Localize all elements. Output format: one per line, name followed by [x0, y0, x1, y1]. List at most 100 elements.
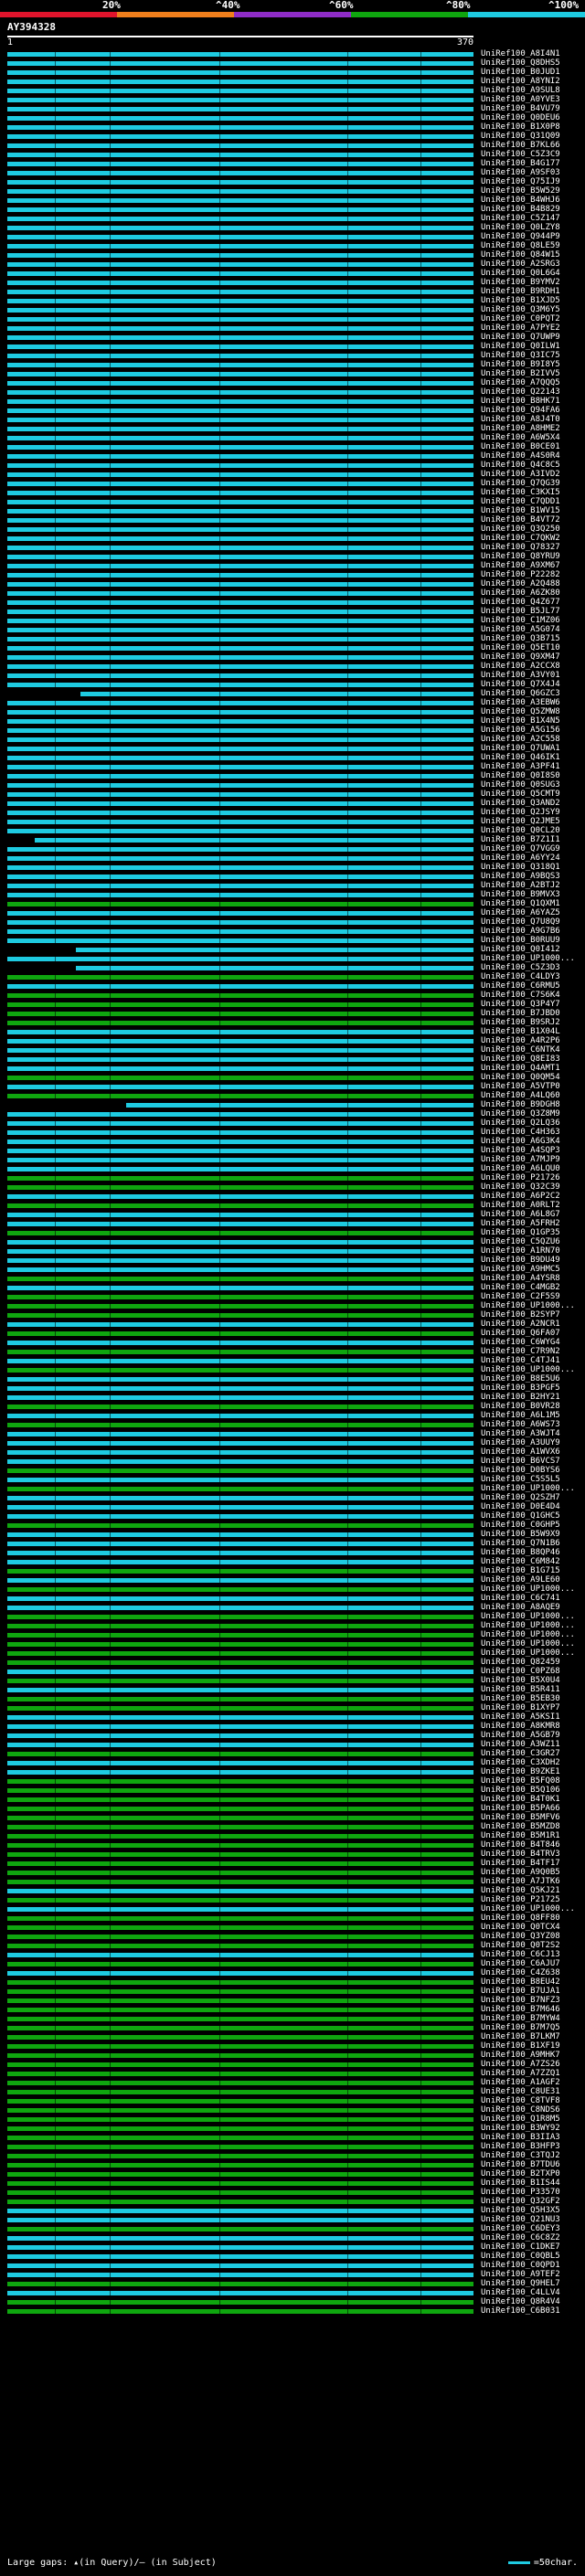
hit-bar[interactable]	[7, 1258, 473, 1263]
hit-row[interactable]: UniRef100_Q22143	[0, 387, 585, 397]
hit-bar[interactable]	[7, 1414, 473, 1418]
hit-row[interactable]: UniRef100_A4SQP3	[0, 1146, 585, 1155]
hit-bar[interactable]	[7, 1898, 473, 1903]
hit-label[interactable]: UniRef100_B9I8Y5	[481, 360, 560, 369]
hit-bar[interactable]	[7, 2081, 473, 2085]
hit-bar[interactable]	[7, 1149, 473, 1153]
hit-label[interactable]: UniRef100_Q94FA6	[481, 406, 560, 415]
hit-bar[interactable]	[7, 893, 473, 897]
hit-row[interactable]: UniRef100_Q6GZC3	[0, 689, 585, 698]
hit-row[interactable]: UniRef100_B9SRJ2	[0, 1018, 585, 1027]
hit-label[interactable]: UniRef100_C3GR27	[481, 1749, 560, 1758]
hit-label[interactable]: UniRef100_A6G3K4	[481, 1137, 560, 1146]
hit-row[interactable]: UniRef100_Q6FA07	[0, 1329, 585, 1338]
hit-row[interactable]: UniRef100_Q8DHS5	[0, 58, 585, 68]
hit-row[interactable]: UniRef100_Q7U8Q9	[0, 917, 585, 927]
hit-label[interactable]: UniRef100_A2CCX8	[481, 662, 560, 671]
hit-label[interactable]: UniRef100_A7PYE2	[481, 323, 560, 333]
hit-row[interactable]: UniRef100_Q5H3X5	[0, 2206, 585, 2215]
hit-label[interactable]: UniRef100_C4H363	[481, 1128, 560, 1137]
hit-row[interactable]: UniRef100_B1XF19	[0, 2041, 585, 2051]
hit-label[interactable]: UniRef100_A6YAZ5	[481, 908, 560, 917]
hit-bar[interactable]	[7, 2026, 473, 2030]
hit-bar[interactable]	[7, 1834, 473, 1839]
hit-label[interactable]: UniRef100_A5FRH2	[481, 1219, 560, 1228]
hit-bar[interactable]	[7, 564, 473, 568]
hit-bar[interactable]	[7, 975, 473, 980]
hit-row[interactable]: UniRef100_Q2JME5	[0, 817, 585, 826]
hit-label[interactable]: UniRef100_C3KXI5	[481, 488, 560, 497]
hit-row[interactable]: UniRef100_Q0T2S2	[0, 1941, 585, 1950]
hit-bar[interactable]	[7, 902, 473, 906]
hit-bar[interactable]	[7, 1916, 473, 1921]
hit-label[interactable]: UniRef100_A2NCR1	[481, 1320, 560, 1329]
hit-row[interactable]: UniRef100_Q75IJ9	[0, 177, 585, 186]
hit-bar[interactable]	[7, 1505, 473, 1510]
hit-bar[interactable]	[7, 993, 473, 998]
hit-row[interactable]: UniRef100_C4Z638	[0, 1968, 585, 1977]
hit-row[interactable]: UniRef100_Q8EI83	[0, 1055, 585, 1064]
hit-row[interactable]: UniRef100_A9SF03	[0, 168, 585, 177]
hit-row[interactable]: UniRef100_B1G715	[0, 1566, 585, 1575]
hit-bar[interactable]	[7, 1779, 473, 1784]
hit-bar[interactable]	[7, 52, 473, 57]
hit-label[interactable]: UniRef100_Q0DEU6	[481, 113, 560, 122]
hit-bar[interactable]	[7, 80, 473, 84]
hit-label[interactable]: UniRef100_C7S6K4	[481, 991, 560, 1000]
hit-label[interactable]: UniRef100_A4SQP3	[481, 1146, 560, 1155]
hit-bar[interactable]	[7, 765, 473, 769]
hit-label[interactable]: UniRef100_Q0QM54	[481, 1073, 560, 1082]
hit-label[interactable]: UniRef100_B9MVX3	[481, 890, 560, 899]
hit-row[interactable]: UniRef100_B2HY21	[0, 1393, 585, 1402]
hit-row[interactable]: UniRef100_A9HMC5	[0, 1265, 585, 1274]
hit-label[interactable]: UniRef100_B7JBD0	[481, 1009, 560, 1018]
hit-row[interactable]: UniRef100_A8J4T0	[0, 415, 585, 424]
hit-label[interactable]: UniRef100_A6YY24	[481, 853, 560, 863]
hit-row[interactable]: UniRef100_B4T0K1	[0, 1795, 585, 1804]
hit-label[interactable]: UniRef100_B5MZD8	[481, 1822, 560, 1831]
hit-row[interactable]: UniRef100_A7ZS26	[0, 2060, 585, 2069]
hit-label[interactable]: UniRef100_A7MJP9	[481, 1155, 560, 1164]
hit-bar[interactable]	[7, 1085, 473, 1089]
hit-row[interactable]: UniRef100_B1X04L	[0, 1027, 585, 1036]
hit-label[interactable]: UniRef100_Q1GHC5	[481, 1511, 560, 1521]
hit-bar[interactable]	[7, 875, 473, 879]
hit-bar[interactable]	[7, 1048, 473, 1053]
hit-label[interactable]: UniRef100_B7TDU6	[481, 2160, 560, 2169]
hit-bar[interactable]	[7, 1295, 473, 1299]
hit-row[interactable]: UniRef100_A4YSR8	[0, 1274, 585, 1283]
hit-bar[interactable]	[7, 1423, 473, 1427]
hit-label[interactable]: UniRef100_Q0LZY8	[481, 223, 560, 232]
hit-bar[interactable]	[7, 1706, 473, 1711]
hit-label[interactable]: UniRef100_Q31Q09	[481, 132, 560, 141]
hit-row[interactable]: UniRef100_C0QPD1	[0, 2261, 585, 2270]
hit-label[interactable]: UniRef100_Q0I8S0	[481, 771, 560, 780]
hit-label[interactable]: UniRef100_B7KL66	[481, 141, 560, 150]
hit-row[interactable]: UniRef100_C5S5L5	[0, 1475, 585, 1484]
hit-bar[interactable]	[7, 1962, 473, 1966]
hit-row[interactable]: UniRef100_Q1R8M5	[0, 2115, 585, 2124]
hit-bar[interactable]	[7, 1304, 473, 1309]
hit-row[interactable]: UniRef100_Q21NU3	[0, 2215, 585, 2224]
hit-row[interactable]: UniRef100_C6DEY3	[0, 2224, 585, 2233]
hit-row[interactable]: UniRef100_B3WY92	[0, 2124, 585, 2133]
hit-bar[interactable]	[7, 2209, 473, 2213]
hit-label[interactable]: UniRef100_C0QPD1	[481, 2261, 560, 2270]
hit-bar[interactable]	[7, 1788, 473, 1793]
hit-label[interactable]: UniRef100_C7QDD1	[481, 497, 560, 506]
hit-row[interactable]: UniRef100_A2NCR1	[0, 1320, 585, 1329]
hit-label[interactable]: UniRef100_B2HY21	[481, 1393, 560, 1402]
hit-bar[interactable]	[7, 290, 473, 294]
hit-row[interactable]: UniRef100_A6L1M5	[0, 1411, 585, 1420]
hit-label[interactable]: UniRef100_B2TXP0	[481, 2169, 560, 2178]
hit-bar[interactable]	[7, 1852, 473, 1857]
hit-label[interactable]: UniRef100_Q0ILW1	[481, 342, 560, 351]
hit-label[interactable]: UniRef100_Q318Q1	[481, 863, 560, 872]
hit-label[interactable]: UniRef100_UP1000...	[481, 1648, 575, 1658]
hit-bar[interactable]	[7, 628, 473, 632]
hit-bar[interactable]	[7, 1761, 473, 1765]
hit-bar[interactable]	[7, 555, 473, 559]
hit-row[interactable]: UniRef100_B4VU79	[0, 104, 585, 113]
hit-bar[interactable]	[7, 189, 473, 194]
hit-label[interactable]: UniRef100_A9TEF2	[481, 2270, 560, 2279]
